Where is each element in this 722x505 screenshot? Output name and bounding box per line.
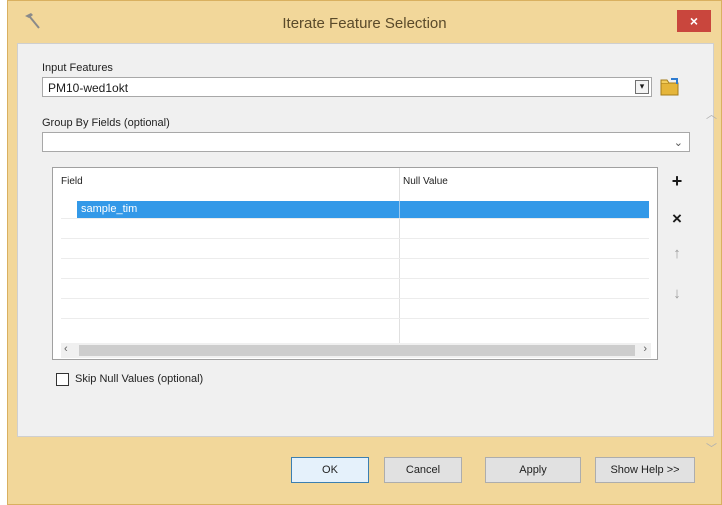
column-header-field[interactable]: Field bbox=[61, 176, 83, 187]
show-help-button[interactable]: Show Help >> bbox=[595, 457, 695, 483]
add-icon[interactable]: + bbox=[665, 169, 689, 193]
vertical-scrollbar[interactable]: ︿ ﹀ bbox=[706, 106, 718, 456]
cancel-button[interactable]: Cancel bbox=[384, 457, 462, 483]
remove-icon[interactable]: × bbox=[665, 207, 689, 231]
dialog-body: Input Features PM10-wed1okt ▾ Group By F… bbox=[17, 43, 717, 455]
move-up-icon[interactable]: ↑ bbox=[665, 242, 689, 266]
scrollbar-thumb[interactable] bbox=[79, 345, 635, 356]
move-down-icon[interactable]: ↓ bbox=[665, 282, 689, 306]
close-button[interactable]: × bbox=[677, 10, 711, 32]
title-bar[interactable]: Iterate Feature Selection × bbox=[8, 1, 721, 43]
input-features-value: PM10-wed1okt bbox=[48, 81, 129, 95]
ok-button[interactable]: OK bbox=[291, 457, 369, 483]
column-header-null-value[interactable]: Null Value bbox=[403, 176, 448, 187]
horizontal-scrollbar[interactable]: ‹ › bbox=[61, 343, 651, 358]
skip-null-checkbox[interactable] bbox=[56, 373, 69, 386]
group-by-label: Group By Fields (optional) bbox=[42, 117, 170, 129]
skip-null-label: Skip Null Values (optional) bbox=[75, 373, 204, 385]
chevron-up-icon[interactable]: ︿ bbox=[706, 106, 717, 122]
dropdown-arrow-icon[interactable]: ▾ bbox=[635, 80, 649, 94]
window-title: Iterate Feature Selection bbox=[282, 15, 447, 32]
input-features-combo[interactable]: PM10-wed1okt ▾ bbox=[42, 77, 652, 97]
chevron-down-icon[interactable]: ﹀ bbox=[706, 440, 717, 456]
table-row[interactable]: sample_tim bbox=[77, 201, 649, 218]
fields-table: Field Null Value sample_tim ‹ › bbox=[52, 167, 658, 360]
chevron-down-icon[interactable]: ⌄ bbox=[674, 136, 683, 149]
group-by-combo[interactable]: ⌄ bbox=[42, 132, 690, 152]
scroll-left-icon[interactable]: ‹ bbox=[64, 343, 68, 355]
open-folder-icon[interactable] bbox=[659, 76, 681, 98]
dialog-window: Iterate Feature Selection × Input Featur… bbox=[7, 0, 722, 505]
scroll-right-icon[interactable]: › bbox=[643, 343, 647, 355]
apply-button[interactable]: Apply bbox=[485, 457, 581, 483]
field-cell[interactable]: sample_tim bbox=[81, 203, 137, 215]
input-features-label: Input Features bbox=[42, 62, 113, 74]
